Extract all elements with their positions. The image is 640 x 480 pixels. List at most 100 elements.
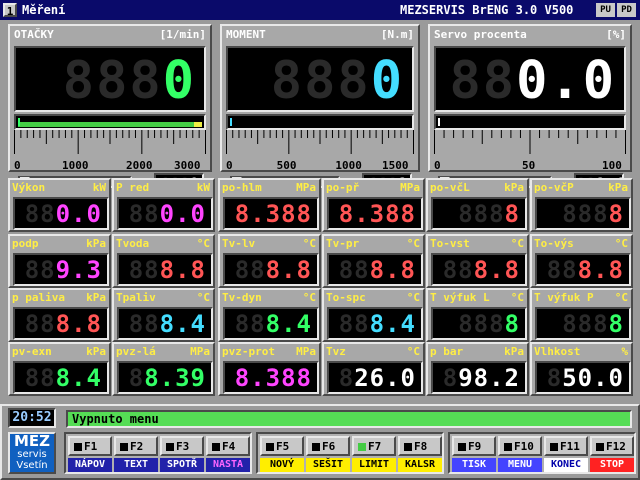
gauge-value: 8880 bbox=[62, 51, 196, 111]
fkey-label[interactable]: KALSR bbox=[398, 458, 442, 472]
cell-value: 888.4 bbox=[117, 307, 213, 340]
cell-label: pvz-lá bbox=[116, 345, 156, 358]
cell-value: 8888 bbox=[535, 307, 631, 340]
measure-cell: p bar kPa 898.2 bbox=[426, 342, 529, 396]
fkey-cap[interactable]: F4 bbox=[206, 436, 250, 456]
gauge-display: 880.0 bbox=[434, 46, 626, 112]
fkey-f11-button[interactable]: F11 KONEC bbox=[544, 434, 590, 474]
measure-cell: pvz-prot MPa 8.388 bbox=[218, 342, 321, 396]
app-version: MEZSERVIS BrENG 3.0 V500 bbox=[400, 3, 574, 17]
fkey-f2-button[interactable]: F2 TEXT bbox=[114, 434, 160, 474]
fkey-led-icon bbox=[166, 443, 174, 451]
fkey-label[interactable]: TISK bbox=[452, 458, 496, 472]
mezservis-logo: MEZ servis Vsetín bbox=[8, 432, 56, 474]
cell-header: T výfuk P °C bbox=[534, 291, 628, 305]
cell-unit: kPa bbox=[504, 345, 524, 358]
cell-value: 8888 bbox=[431, 197, 527, 230]
fkey-f6-button[interactable]: F6 SEŠIT bbox=[306, 434, 352, 474]
fkey-cap[interactable]: F3 bbox=[160, 436, 204, 456]
cell-unit: MPa bbox=[190, 345, 210, 358]
fkey-f3-button[interactable]: F3 SPOTŘ bbox=[160, 434, 206, 474]
fkey-name: F7 bbox=[368, 440, 382, 453]
fkey-f10-button[interactable]: F10 MENU bbox=[498, 434, 544, 474]
cell-header: Tv-pr °C bbox=[326, 237, 420, 251]
fkey-name: F8 bbox=[414, 440, 428, 453]
fkey-f9-button[interactable]: F9 TISK bbox=[452, 434, 498, 474]
cell-value: 8.388 bbox=[327, 197, 423, 230]
page-down-button[interactable]: PD bbox=[617, 3, 636, 17]
fkey-label[interactable]: SPOTŘ bbox=[160, 458, 204, 472]
gauge-ticks bbox=[434, 130, 626, 154]
fkey-cap[interactable]: F7 bbox=[352, 436, 396, 456]
scale-label: 0 bbox=[14, 159, 21, 172]
cell-label: po-př bbox=[326, 181, 360, 194]
cell-header: po-hlm MPa bbox=[222, 181, 316, 195]
fkey-group-1: F5 NOVÝ F6 SEŠIT F7 LIMIT F8 KALSR bbox=[256, 432, 444, 474]
cell-header: P red kW bbox=[116, 181, 210, 195]
scale-label: 1000 bbox=[62, 159, 89, 172]
fkey-label[interactable]: TEXT bbox=[114, 458, 158, 472]
fkey-cap[interactable]: F11 bbox=[544, 436, 588, 456]
cell-header: pv-exn kPa bbox=[12, 345, 106, 359]
logo-line-1: MEZ bbox=[13, 432, 51, 450]
measure-cell: Tv-lv °C 888.8 bbox=[218, 234, 321, 288]
scale-label: 50 bbox=[522, 159, 536, 172]
cell-label: p bar bbox=[430, 345, 464, 358]
measure-cell: Tvz °C 826.0 bbox=[322, 342, 425, 396]
fkey-label[interactable]: SEŠIT bbox=[306, 458, 350, 472]
fkey-f5-button[interactable]: F5 NOVÝ bbox=[260, 434, 306, 474]
measure-cell: po-hlm MPa 8.388 bbox=[218, 178, 321, 232]
fkey-cap[interactable]: F10 bbox=[498, 436, 542, 456]
fkey-name: F1 bbox=[84, 440, 98, 453]
fkey-cap[interactable]: F5 bbox=[260, 436, 304, 456]
window-number[interactable]: 1 bbox=[3, 3, 17, 18]
measure-cell: Tv-dyn °C 888.4 bbox=[218, 288, 321, 342]
fkey-f4-button[interactable]: F4 NASTA bbox=[206, 434, 252, 474]
cell-unit: °C bbox=[302, 237, 316, 250]
cell-label: Tvz bbox=[326, 345, 346, 358]
fkey-label[interactable]: STOP bbox=[590, 458, 634, 472]
cell-unit: MPa bbox=[296, 181, 316, 194]
measure-cell: pv-exn kPa 888.4 bbox=[8, 342, 111, 396]
fkey-label[interactable]: NOVÝ bbox=[260, 458, 304, 472]
fkey-label[interactable]: MENU bbox=[498, 458, 542, 472]
cell-value: 826.0 bbox=[327, 361, 423, 394]
logo-line-2: servis bbox=[17, 449, 47, 460]
fkey-cap[interactable]: F9 bbox=[452, 436, 496, 456]
cell-header: To-spc °C bbox=[326, 291, 420, 305]
gauge-unit: [%] bbox=[606, 28, 626, 41]
fkey-label[interactable]: LIMIT bbox=[352, 458, 396, 472]
gauge-panel-2: Servo procenta [%] 880.0 050100 888.4 bbox=[428, 24, 632, 195]
cell-label: To-vst bbox=[430, 237, 470, 250]
fkey-cap[interactable]: F6 bbox=[306, 436, 350, 456]
cell-value: 850.0 bbox=[535, 361, 631, 394]
cell-value: 8888 bbox=[431, 307, 527, 340]
cell-unit: kW bbox=[196, 181, 210, 194]
cell-header: po-včP kPa bbox=[534, 181, 628, 195]
cell-unit: % bbox=[621, 345, 628, 358]
fkey-f1-button[interactable]: F1 NÁPOV bbox=[68, 434, 114, 474]
fkey-label[interactable]: NÁPOV bbox=[68, 458, 112, 472]
page-up-button[interactable]: PU bbox=[596, 3, 615, 17]
fkey-led-icon bbox=[358, 443, 366, 451]
cell-label: Vlhkost bbox=[534, 345, 581, 358]
fkey-cap[interactable]: F2 bbox=[114, 436, 158, 456]
fkey-name: F10 bbox=[514, 440, 534, 453]
scale-label: 0 bbox=[226, 159, 233, 172]
measure-cell: Tv-pr °C 888.8 bbox=[322, 234, 425, 288]
fkey-led-icon bbox=[120, 443, 128, 451]
fkey-cap[interactable]: F12 bbox=[590, 436, 634, 456]
fkey-cap[interactable]: F1 bbox=[68, 436, 112, 456]
measure-cell: Tpaliv °C 888.4 bbox=[112, 288, 215, 342]
measure-cell: T výfuk P °C 8888 bbox=[530, 288, 633, 342]
fkey-label[interactable]: KONEC bbox=[544, 458, 588, 472]
cell-label: Výkon bbox=[12, 181, 46, 194]
cell-value: 888.8 bbox=[431, 253, 527, 286]
measure-cell: To-výs °C 888.8 bbox=[530, 234, 633, 288]
fkey-cap[interactable]: F8 bbox=[398, 436, 442, 456]
fkey-f12-button[interactable]: F12 STOP bbox=[590, 434, 636, 474]
fkey-f8-button[interactable]: F8 KALSR bbox=[398, 434, 444, 474]
cell-value: 8.388 bbox=[223, 197, 319, 230]
fkey-f7-button[interactable]: F7 LIMIT bbox=[352, 434, 398, 474]
fkey-label[interactable]: NASTA bbox=[206, 458, 250, 472]
